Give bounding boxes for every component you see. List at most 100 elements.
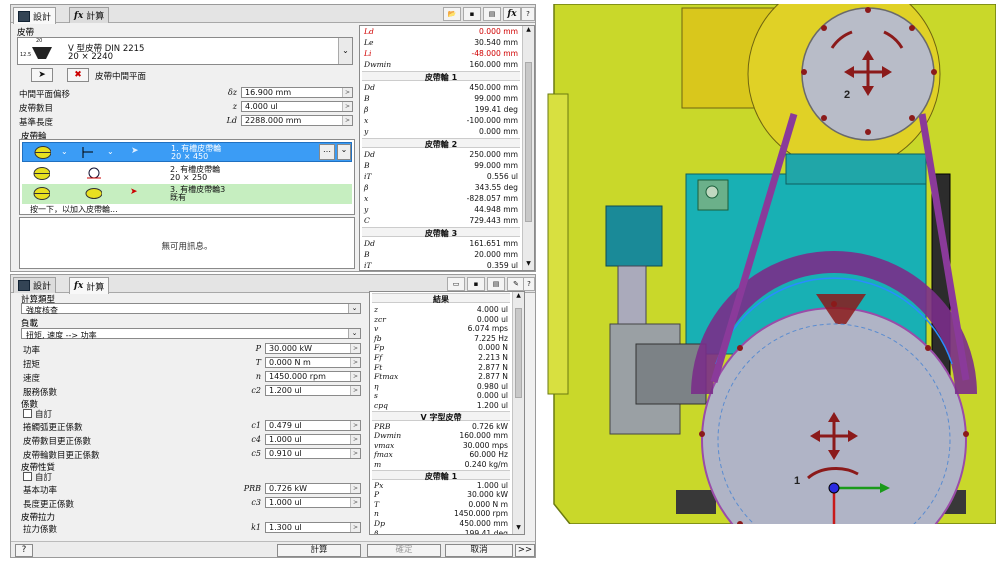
field-arrow-icon[interactable]: > bbox=[350, 358, 360, 367]
save-icon[interactable]: ▪ bbox=[467, 277, 485, 291]
mid-plane-clear-button[interactable]: ✖ bbox=[67, 68, 89, 82]
param-field[interactable]: 1.000 ul > bbox=[265, 434, 361, 445]
param-field[interactable]: 0.479 ul > bbox=[265, 420, 361, 431]
result-value: 343.55 deg bbox=[474, 183, 518, 192]
scroll-thumb[interactable] bbox=[525, 62, 532, 222]
field-arrow-icon[interactable]: > bbox=[350, 421, 360, 430]
more-button[interactable]: >> bbox=[515, 544, 535, 557]
open-folder-icon[interactable]: 📂 bbox=[443, 7, 461, 21]
field-arrow-icon[interactable]: > bbox=[350, 484, 360, 493]
mid-plane-offset-field[interactable]: 16.900 mm > bbox=[241, 87, 353, 98]
field-value: 0.000 N m bbox=[269, 358, 311, 367]
param-label: 功率 bbox=[23, 346, 41, 356]
ok-button[interactable]: 確定 bbox=[367, 544, 441, 557]
field-arrow-icon[interactable]: > bbox=[342, 116, 352, 125]
chevron-down-icon[interactable]: ⌄ bbox=[107, 147, 114, 156]
pulley-item-1[interactable]: ⌄ ⌄ ➤ 1. 有槽皮帶輪 20 × 450 … ⌄ bbox=[22, 142, 352, 162]
result-key: vmax bbox=[374, 440, 395, 450]
cursor-icon: ➤ bbox=[131, 146, 139, 156]
open-folder-icon[interactable]: ▭ bbox=[447, 277, 465, 291]
param-field[interactable]: 1.000 ul > bbox=[265, 497, 361, 508]
cancel-button[interactable]: 取消 bbox=[445, 544, 513, 557]
field-arrow-icon[interactable]: > bbox=[350, 344, 360, 353]
calc-type-combo[interactable]: 強度核查 ⌄ bbox=[21, 303, 361, 315]
help-icon[interactable]: ? bbox=[523, 277, 535, 291]
tab-calc[interactable]: fx 計算 bbox=[69, 7, 110, 23]
pick-cursor-button[interactable]: ➤ bbox=[31, 68, 53, 82]
field-arrow-icon[interactable]: > bbox=[350, 435, 360, 444]
load-combo[interactable]: 扭矩, 速度 --> 功率 ⌄ bbox=[21, 328, 361, 340]
param-field[interactable]: 1.300 ul > bbox=[265, 522, 361, 533]
field-arrow-icon[interactable]: > bbox=[342, 88, 352, 97]
more-options-button[interactable]: … bbox=[319, 144, 335, 160]
chevron-down-icon[interactable]: ▼ bbox=[513, 524, 524, 534]
custom-prop-checkbox[interactable] bbox=[23, 472, 32, 481]
3d-viewport[interactable]: 2 1 bbox=[546, 4, 996, 524]
result-key: Dp bbox=[374, 519, 385, 528]
result-value: 1.200 ul bbox=[476, 401, 508, 410]
datum-length-field[interactable]: 2288.000 mm > bbox=[241, 115, 353, 126]
param-field[interactable]: 0.910 ul > bbox=[265, 448, 361, 459]
chevron-down-icon[interactable]: ⌄ bbox=[61, 147, 68, 156]
cursor-icon: ➤ bbox=[130, 187, 138, 197]
custom-factor-checkbox[interactable] bbox=[23, 409, 32, 418]
param-field[interactable]: 1.200 ul > bbox=[265, 385, 361, 396]
chevron-down-icon[interactable]: ▼ bbox=[523, 260, 534, 270]
results-scrollbar[interactable]: ▲ ▼ bbox=[512, 292, 524, 534]
pulley-1-size: 20 × 450 bbox=[171, 152, 209, 161]
calculate-button[interactable]: 計算 bbox=[277, 544, 361, 557]
result-value: 0.000 mm bbox=[479, 127, 518, 136]
result-row: cpq 1.200 ul bbox=[372, 401, 510, 410]
tab-calc-label: 計算 bbox=[86, 12, 105, 22]
result-row: Dd 450.000 mm bbox=[362, 83, 520, 92]
belt-count-field[interactable]: 4.000 ul > bbox=[241, 101, 353, 112]
result-value: 20.000 mm bbox=[474, 250, 518, 259]
result-value: 199.41 deg bbox=[464, 528, 508, 535]
result-key: cpq bbox=[374, 401, 388, 410]
param-field[interactable]: 0.726 kW > bbox=[265, 483, 361, 494]
param-field[interactable]: 30.000 kW > bbox=[265, 343, 361, 354]
result-row: η 0.980 ul bbox=[372, 382, 510, 391]
result-value: 30.000 mps bbox=[462, 440, 508, 450]
belt-type-combo[interactable]: 12.5 20 V 型皮帶 DIN 2215 20 × 2240 ⌄ bbox=[17, 37, 353, 65]
field-arrow-icon[interactable]: > bbox=[350, 372, 360, 381]
result-value: 0.240 kg/m bbox=[464, 460, 508, 469]
help-icon[interactable]: ? bbox=[521, 7, 535, 21]
field-value: 16.900 mm bbox=[245, 88, 292, 97]
results-scrollbar[interactable]: ▲ ▼ bbox=[522, 26, 534, 270]
result-value: 199.41 deg bbox=[474, 105, 518, 114]
chevron-down-icon[interactable]: ⌄ bbox=[348, 304, 360, 313]
export-icon[interactable]: ▤ bbox=[483, 7, 501, 21]
pulley-item-3[interactable]: ➤ 3. 有槽皮帶輪3 既有 bbox=[22, 184, 352, 204]
param-field[interactable]: 0.000 N m > bbox=[265, 357, 361, 368]
param-field[interactable]: 1450.000 rpm > bbox=[265, 371, 361, 382]
field-arrow-icon[interactable]: > bbox=[350, 449, 360, 458]
tab-design[interactable]: 設計 bbox=[13, 277, 57, 293]
result-key: y bbox=[364, 205, 369, 214]
scroll-thumb[interactable] bbox=[515, 308, 522, 398]
chevron-up-icon[interactable]: ▲ bbox=[523, 26, 534, 36]
chevron-down-icon[interactable]: ⌄ bbox=[348, 329, 360, 338]
chevron-down-icon[interactable]: ⌄ bbox=[337, 144, 351, 160]
result-value: 44.948 mm bbox=[474, 205, 518, 214]
chevron-up-icon[interactable]: ▲ bbox=[513, 292, 524, 302]
field-arrow-icon[interactable]: > bbox=[350, 523, 360, 532]
tab-calc[interactable]: fx 計算 bbox=[69, 277, 110, 294]
field-arrow-icon[interactable]: > bbox=[342, 102, 352, 111]
save-icon[interactable]: ▪ bbox=[463, 7, 481, 21]
param-symbol: Ld bbox=[226, 116, 237, 125]
result-key: Li bbox=[364, 49, 372, 58]
export-icon[interactable]: ▤ bbox=[487, 277, 505, 291]
field-arrow-icon[interactable]: > bbox=[350, 498, 360, 507]
tab-design[interactable]: 設計 bbox=[13, 7, 57, 24]
pulley-item-2[interactable]: 2. 有槽皮帶輪 20 × 250 bbox=[22, 164, 352, 184]
result-row: vmax 30.000 mps bbox=[372, 441, 510, 450]
result-key: β bbox=[364, 183, 369, 192]
belt-type-dropdown[interactable]: ⌄ bbox=[338, 38, 352, 64]
help-icon[interactable]: ? bbox=[15, 544, 33, 557]
result-key: β bbox=[364, 105, 369, 114]
result-key: B bbox=[364, 94, 370, 103]
field-arrow-icon[interactable]: > bbox=[350, 386, 360, 395]
fx-toggle-icon[interactable]: fx bbox=[503, 7, 521, 21]
add-pulley-hint[interactable]: 按一下，以加入皮帶輪... bbox=[30, 204, 118, 215]
